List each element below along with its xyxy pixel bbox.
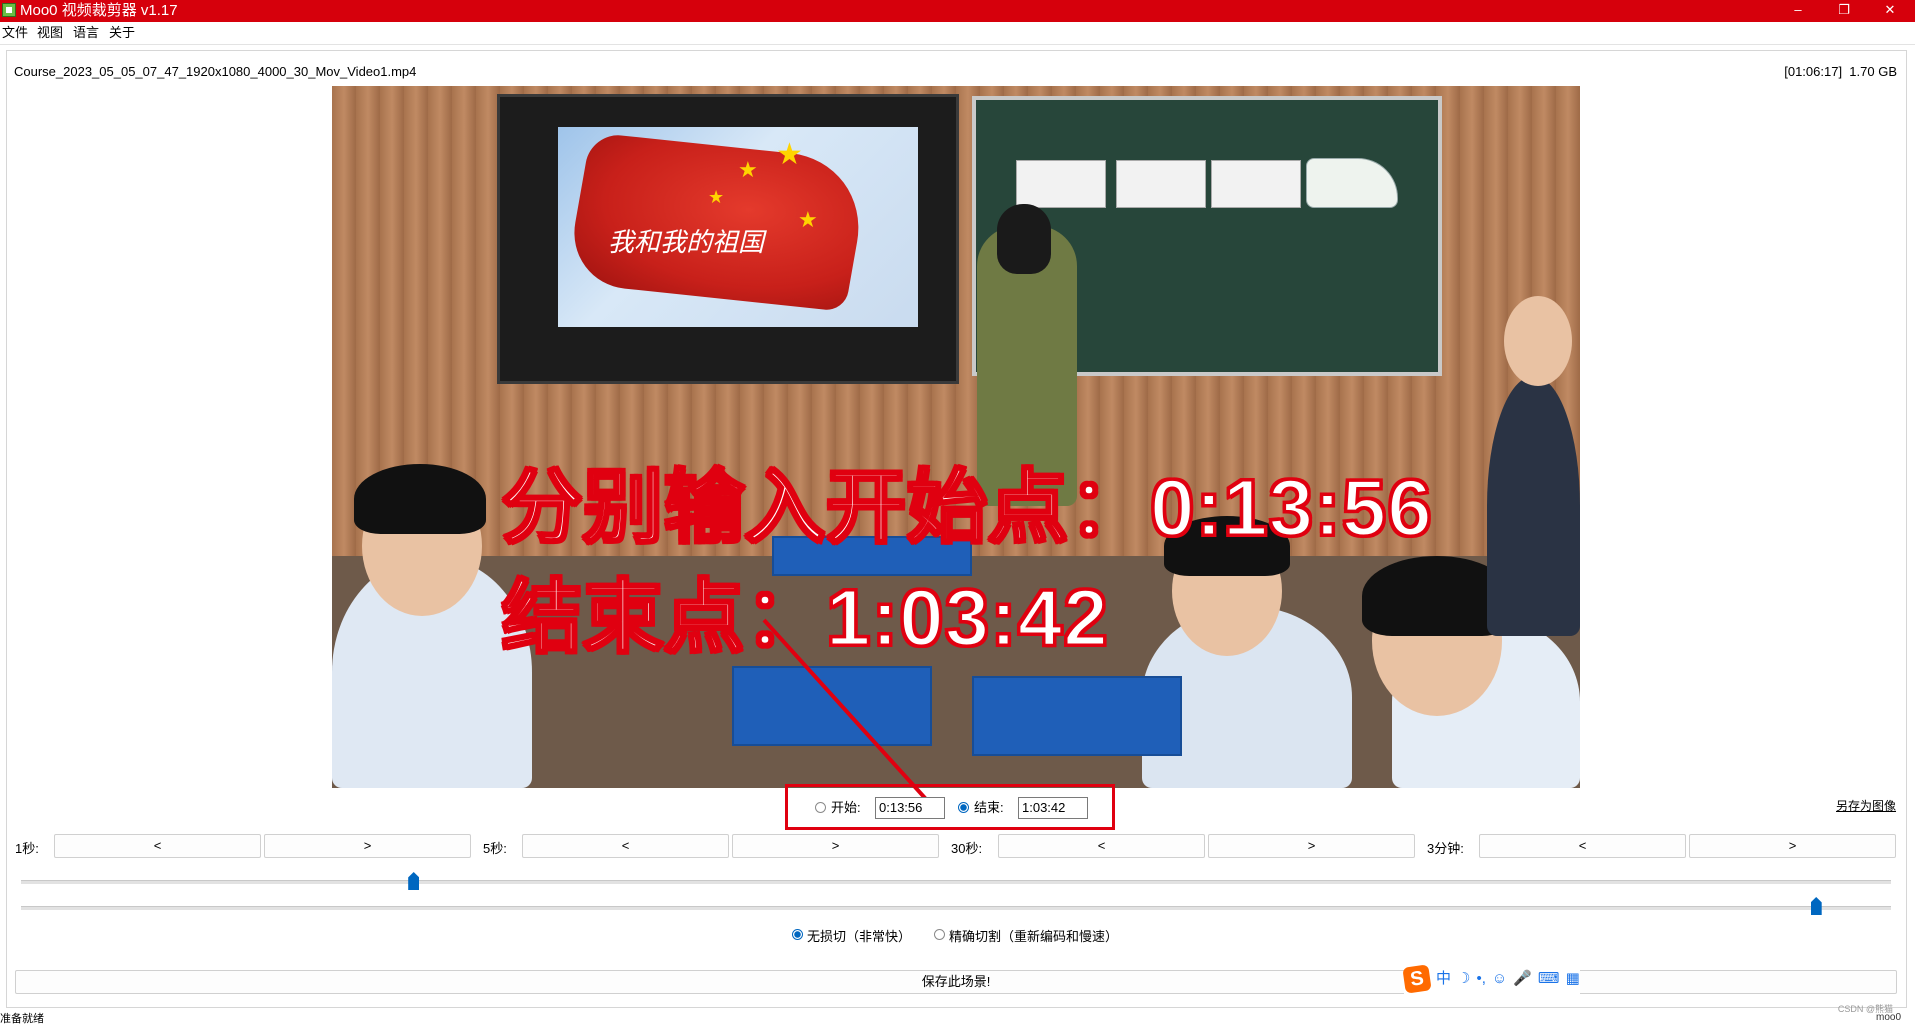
- file-name: Course_2023_05_05_07_47_1920x1080_4000_3…: [14, 64, 417, 79]
- tv-screen: ★ ★ ★ ★ 我和我的祖国: [558, 127, 918, 327]
- lossless-radio[interactable]: [792, 929, 803, 940]
- annotation-line-1: 分别输入开始点：0:13:56: [501, 463, 1434, 552]
- ime-chinese-mode-icon[interactable]: 中: [1436, 970, 1451, 988]
- status-text: 准备就绪: [0, 1013, 44, 1025]
- student-hair: [354, 464, 486, 534]
- video-preview[interactable]: ★ ★ ★ ★ 我和我的祖国 分别输入开始点：0:13:56 结束点：1:03:…: [332, 86, 1580, 788]
- flag-star-icon: ★: [708, 187, 725, 207]
- end-slider-track[interactable]: [21, 906, 1891, 910]
- tv-screen-frame: ★ ★ ★ ★ 我和我的祖国: [497, 94, 959, 384]
- menu-view[interactable]: 视图: [37, 25, 63, 41]
- ime-mic-icon[interactable]: 🎤: [1513, 970, 1532, 988]
- menu-language[interactable]: 语言: [73, 25, 99, 41]
- end-label: 结束:: [974, 800, 1004, 815]
- file-info: [01:06:17] 1.70 GB: [1784, 64, 1897, 79]
- title-bar: Moo0 视频裁剪器 v1.17 – ❐ ✕: [0, 0, 1915, 22]
- annotation-line-2: 结束点：1:03:42: [501, 573, 1110, 662]
- menu-about[interactable]: 关于: [109, 25, 135, 41]
- close-button[interactable]: ✕: [1867, 0, 1913, 22]
- step-label-30s: 30秒:: [951, 841, 983, 856]
- ime-keyboard-icon[interactable]: ⌨: [1538, 970, 1560, 988]
- flag-star-icon: ★: [738, 157, 758, 182]
- app-icon: [2, 3, 16, 17]
- student-head: [1504, 296, 1572, 386]
- step-back-30s-button[interactable]: <: [998, 834, 1205, 858]
- board-card: [1116, 160, 1206, 208]
- flag-star-icon: ★: [798, 207, 818, 232]
- step-back-5s-button[interactable]: <: [522, 834, 729, 858]
- step-forward-1s-button[interactable]: >: [264, 834, 471, 858]
- ime-toolbar: S 中 ☽ •, ☺ 🎤 ⌨ ▦: [1402, 964, 1580, 994]
- teacher-head: [997, 204, 1051, 274]
- step-forward-30s-button[interactable]: >: [1208, 834, 1415, 858]
- maximize-button[interactable]: ❐: [1821, 0, 1867, 22]
- start-label: 开始:: [831, 800, 861, 815]
- file-size: 1.70 GB: [1849, 64, 1897, 79]
- end-time-input[interactable]: 1:03:42: [1018, 797, 1088, 819]
- minimize-button[interactable]: –: [1775, 0, 1821, 22]
- start-radio[interactable]: [815, 802, 826, 813]
- step-back-3min-button[interactable]: <: [1479, 834, 1686, 858]
- student-figure: [1487, 376, 1580, 636]
- step-label-1s: 1秒:: [15, 841, 39, 856]
- menu-file[interactable]: 文件: [2, 25, 28, 41]
- step-label-5s: 5秒:: [483, 841, 507, 856]
- ime-apps-icon[interactable]: ▦: [1566, 970, 1580, 988]
- board-card: [1211, 160, 1301, 208]
- start-slider-track[interactable]: [21, 880, 1891, 884]
- start-time-input[interactable]: 0:13:56: [875, 797, 945, 819]
- step-forward-5s-button[interactable]: >: [732, 834, 939, 858]
- window-title: Moo0 视频裁剪器 v1.17: [20, 2, 178, 19]
- ime-punctuation-icon[interactable]: •,: [1476, 970, 1485, 988]
- end-radio[interactable]: [958, 802, 969, 813]
- desk: [972, 676, 1182, 756]
- sogou-logo-icon[interactable]: S: [1402, 964, 1432, 994]
- menu-bar: 文件 视图 语言 关于: [0, 22, 1915, 45]
- precise-radio[interactable]: [934, 929, 945, 940]
- step-forward-3min-button[interactable]: >: [1689, 834, 1896, 858]
- train-picture: [1306, 158, 1398, 208]
- step-back-1s-button[interactable]: <: [54, 834, 261, 858]
- file-duration: [01:06:17]: [1784, 64, 1843, 79]
- step-label-3min: 3分钟:: [1427, 841, 1464, 856]
- board-card: [1016, 160, 1106, 208]
- status-right: moo0: [1875, 1012, 1901, 1023]
- ime-moon-icon[interactable]: ☽: [1457, 970, 1470, 988]
- tv-caption: 我和我的祖国: [608, 228, 765, 258]
- precise-label: 精确切割（重新编码和慢速）: [949, 929, 1119, 944]
- desk: [732, 666, 932, 746]
- ime-emoji-icon[interactable]: ☺: [1492, 970, 1507, 988]
- lossless-label: 无损切（非常快）: [807, 929, 912, 944]
- save-as-image-link[interactable]: 另存为图像: [1836, 797, 1896, 814]
- flag-star-icon: ★: [776, 138, 803, 171]
- save-scene-button[interactable]: 保存此场景!: [15, 970, 1897, 994]
